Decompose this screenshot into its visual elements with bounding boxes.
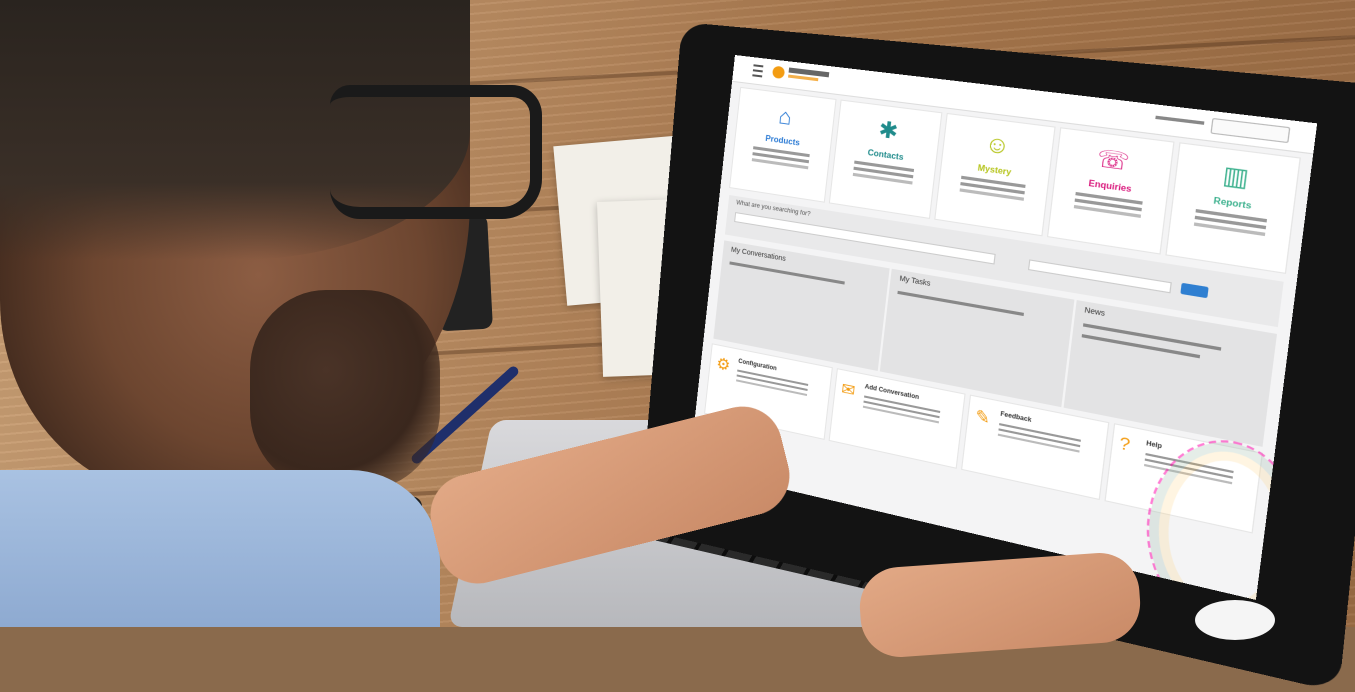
- panel-text: [729, 261, 845, 285]
- tile-description: [999, 423, 1082, 442]
- search-button[interactable]: [1180, 282, 1209, 299]
- tile-description: [737, 369, 809, 387]
- phone-icon: ☏: [1095, 144, 1132, 176]
- person-shirt: [0, 470, 440, 627]
- panel-title: My Conversations: [730, 246, 787, 263]
- tile-enquiries[interactable]: ☏ Enquiries: [1047, 128, 1174, 254]
- edit-icon: ✎: [974, 407, 992, 429]
- tile-label: Products: [764, 133, 801, 148]
- tile-label: Mystery: [977, 163, 1012, 178]
- tile-products[interactable]: ⌂ Products: [730, 87, 836, 202]
- home-icon: ⌂: [777, 103, 794, 130]
- panel-title: My Tasks: [899, 275, 931, 288]
- tile-label: Reports: [1212, 195, 1253, 212]
- tile-contacts[interactable]: ✱ Contacts: [830, 100, 942, 218]
- search-filter-select[interactable]: [1027, 259, 1172, 294]
- gear-icon: ⚙: [715, 355, 732, 375]
- user-menu-button[interactable]: [1210, 117, 1291, 144]
- person-right-hand: [857, 550, 1143, 660]
- panel-text: [1081, 333, 1200, 359]
- bar-chart-icon: ▥: [1221, 160, 1251, 193]
- mouse: [1195, 600, 1275, 640]
- top-link[interactable]: [1155, 115, 1205, 125]
- help-icon: ?: [1118, 434, 1132, 456]
- panel-title: News: [1084, 306, 1106, 319]
- tile-mystery[interactable]: ☺ Mystery: [935, 114, 1054, 236]
- tile-reports[interactable]: ▥ Reports: [1166, 143, 1300, 273]
- panel-text: [897, 290, 1025, 317]
- menu-icon[interactable]: [752, 64, 764, 78]
- person-icon: ☺: [983, 129, 1012, 160]
- tile-label: Enquiries: [1087, 178, 1133, 195]
- chat-icon: ✉: [840, 380, 857, 401]
- logo-icon: [771, 65, 786, 80]
- tile-label: Help: [1145, 440, 1163, 451]
- people-icon: ✱: [877, 116, 900, 145]
- person-beard: [250, 290, 440, 490]
- tile-label: Contacts: [867, 147, 905, 163]
- person-glasses: [330, 85, 542, 219]
- tile-label: Feedback: [999, 411, 1032, 425]
